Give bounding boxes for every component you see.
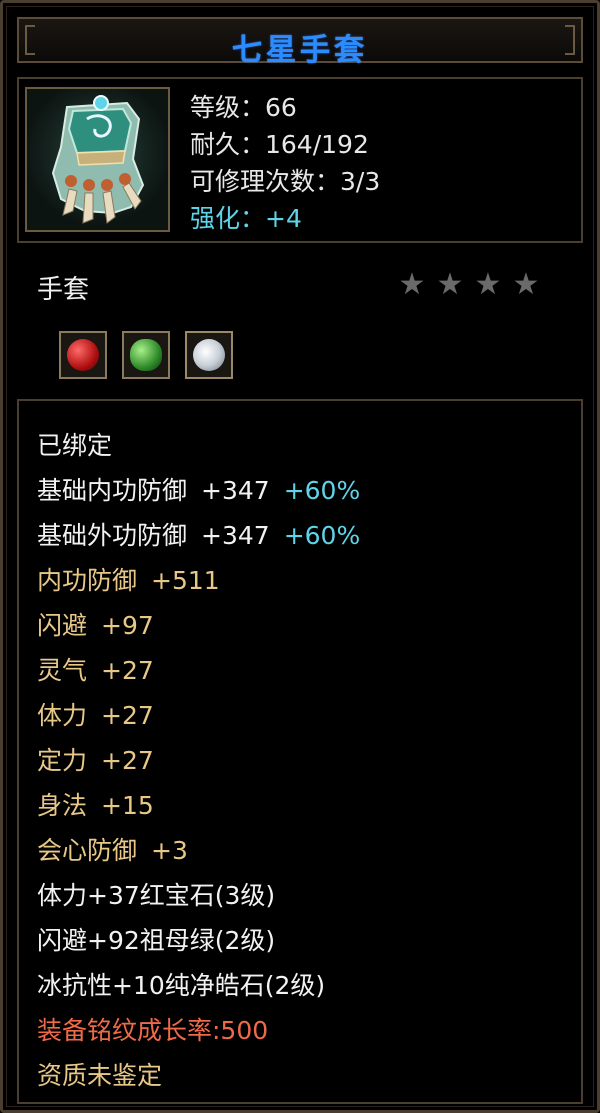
- emerald-gem-icon[interactable]: [122, 331, 170, 379]
- bonus-percent: +60%: [283, 521, 361, 550]
- attr-dodge: 闪避 +97: [37, 611, 154, 640]
- gauntlet-icon: [25, 87, 170, 232]
- star-icon: ★: [398, 267, 426, 302]
- gem-bonus-diamond: 冰抗性+10纯净皓石(2级): [37, 971, 326, 1000]
- attr-spirit: 灵气 +27: [37, 656, 154, 685]
- attr-base-inner-defense: 基础内功防御 +347 +60%: [37, 476, 361, 505]
- item-stats-summary: 等级：66 耐久：164/192 可修理次数：3/3 强化：+4: [190, 89, 380, 237]
- growth-rate-text: 装备铭纹成长率:500: [37, 1016, 269, 1045]
- quality-status: 资质未鉴定: [37, 1061, 163, 1090]
- durability-text: 耐久：164/192: [190, 130, 369, 159]
- star-icon: ★: [512, 267, 540, 302]
- item-type-label: 手套: [37, 275, 90, 305]
- star-icon: ★: [474, 267, 502, 302]
- attr-inner-defense: 内功防御 +511: [37, 566, 220, 595]
- item-tooltip-panel: 七星手套 等级：66 耐久：164/192 可修理次数：3/3 强化：+4 手套: [0, 0, 600, 1113]
- bound-status: 已绑定: [37, 431, 113, 460]
- repair-count-text: 可修理次数：3/3: [190, 167, 381, 196]
- gem-bonus-emerald: 闪避+92祖母绿(2级): [37, 926, 276, 955]
- diamond-gem-icon[interactable]: [185, 331, 233, 379]
- enhance-text: 强化：+4: [190, 204, 302, 233]
- ruby-gem-icon[interactable]: [59, 331, 107, 379]
- attr-base-outer-defense: 基础外功防御 +347 +60%: [37, 521, 361, 550]
- attr-crit-defense: 会心防御 +3: [37, 836, 188, 865]
- star-icon: ★: [436, 267, 464, 302]
- gem-bonus-ruby: 体力+37红宝石(3级): [37, 881, 276, 910]
- attr-stamina: 体力 +27: [37, 701, 154, 730]
- level-text: 等级：66: [190, 93, 297, 122]
- attr-focus: 定力 +27: [37, 746, 154, 775]
- attr-agility: 身法 +15: [37, 791, 154, 820]
- item-title: 七星手套: [232, 33, 368, 68]
- star-rating: ★ ★ ★ ★: [396, 269, 542, 301]
- title-bar: 七星手套: [17, 17, 583, 68]
- bonus-percent: +60%: [283, 476, 361, 505]
- attribute-list: 已绑定 基础内功防御 +347 +60% 基础外功防御 +347 +60% 内功防御 +5…: [37, 423, 360, 1098]
